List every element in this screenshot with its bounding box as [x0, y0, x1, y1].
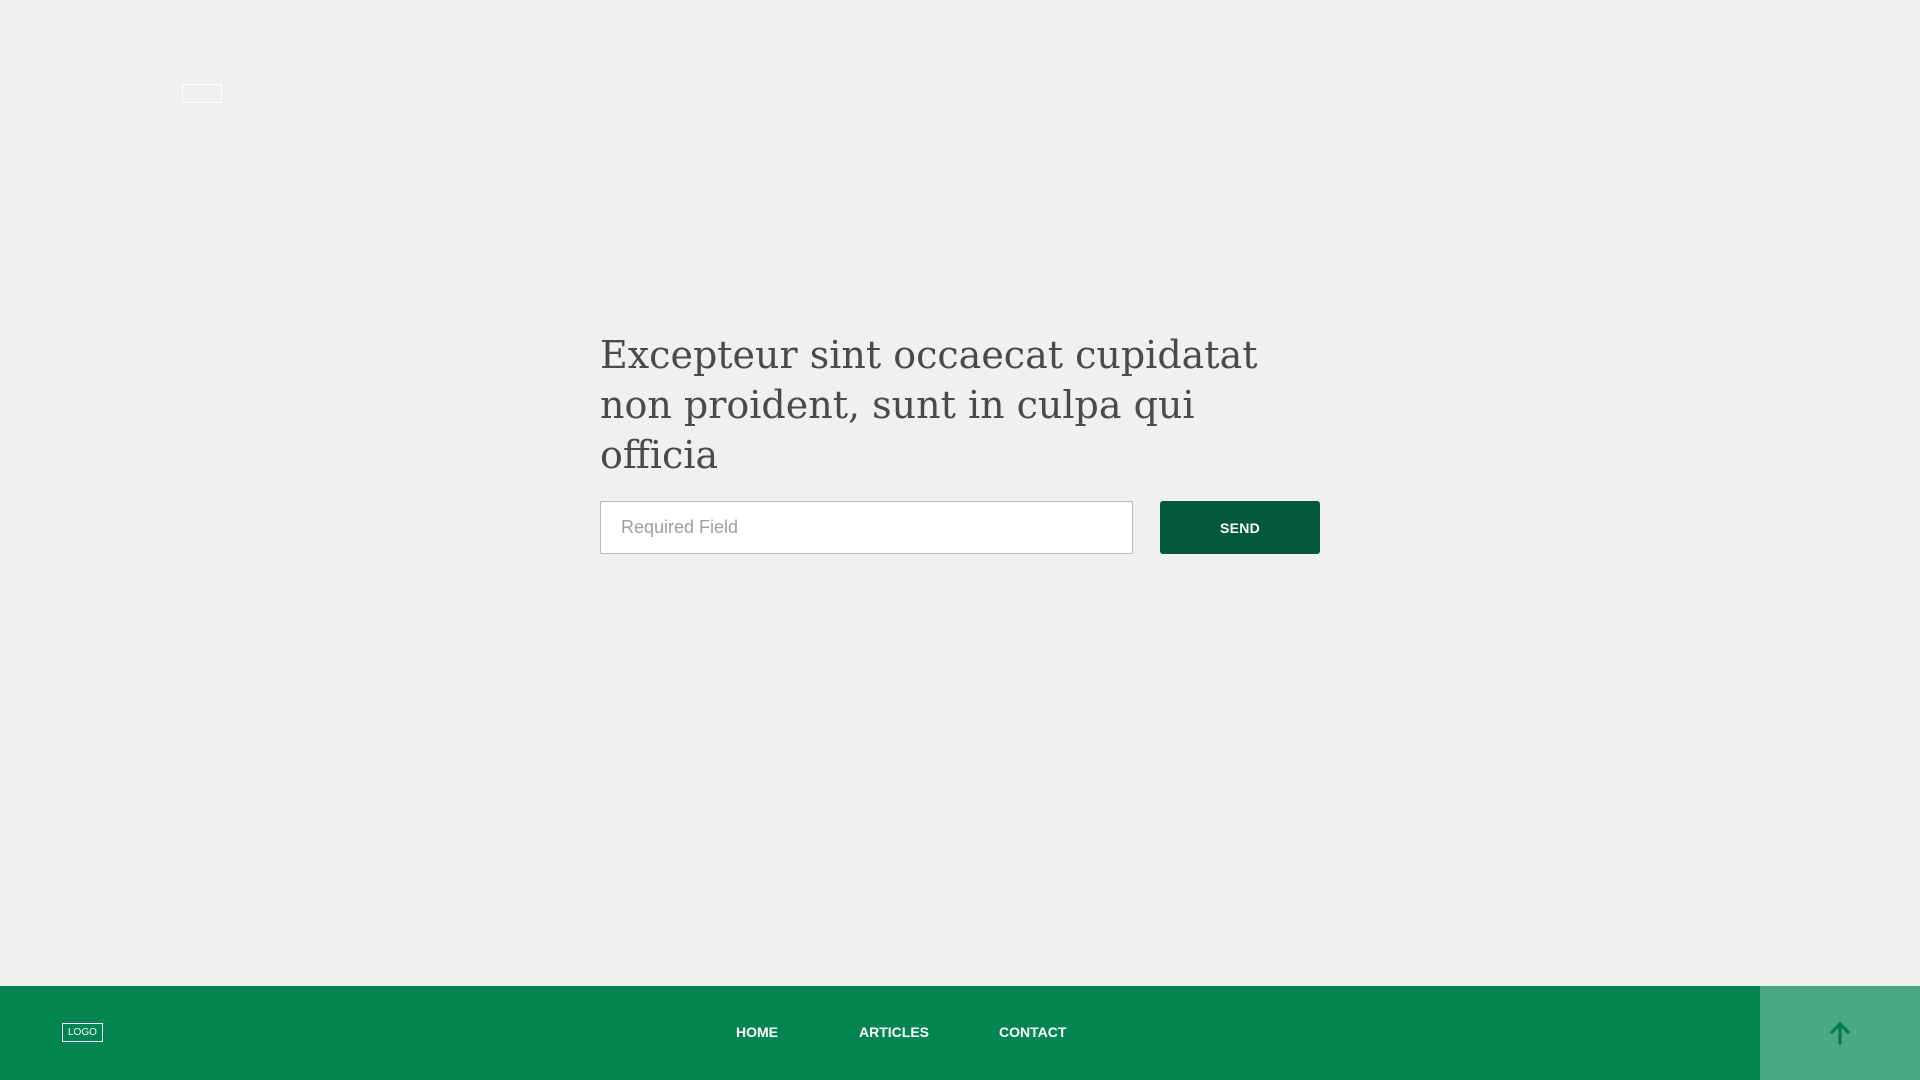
- header-logo-placeholder[interactable]: [182, 84, 222, 103]
- footer-logo[interactable]: LOGO: [62, 1023, 103, 1042]
- nav-articles-link[interactable]: ARTICLES: [859, 1024, 929, 1040]
- hero-section: Excepteur sint occaecat cupidatat non pr…: [600, 330, 1320, 480]
- footer: LOGO HOME ARTICLES CONTACT: [0, 986, 1920, 1080]
- arrow-up-icon: [1829, 1021, 1851, 1045]
- back-to-top-button[interactable]: [1760, 986, 1920, 1080]
- hero-headline: Excepteur sint occaecat cupidatat non pr…: [600, 333, 1258, 477]
- nav-home-link[interactable]: HOME: [736, 1024, 778, 1040]
- nav-contact-link[interactable]: CONTACT: [999, 1024, 1066, 1040]
- signup-form: SEND: [600, 501, 1320, 554]
- required-field-input[interactable]: [600, 501, 1133, 554]
- send-button[interactable]: SEND: [1160, 501, 1320, 554]
- page: Excepteur sint occaecat cupidatat non pr…: [0, 0, 1920, 1080]
